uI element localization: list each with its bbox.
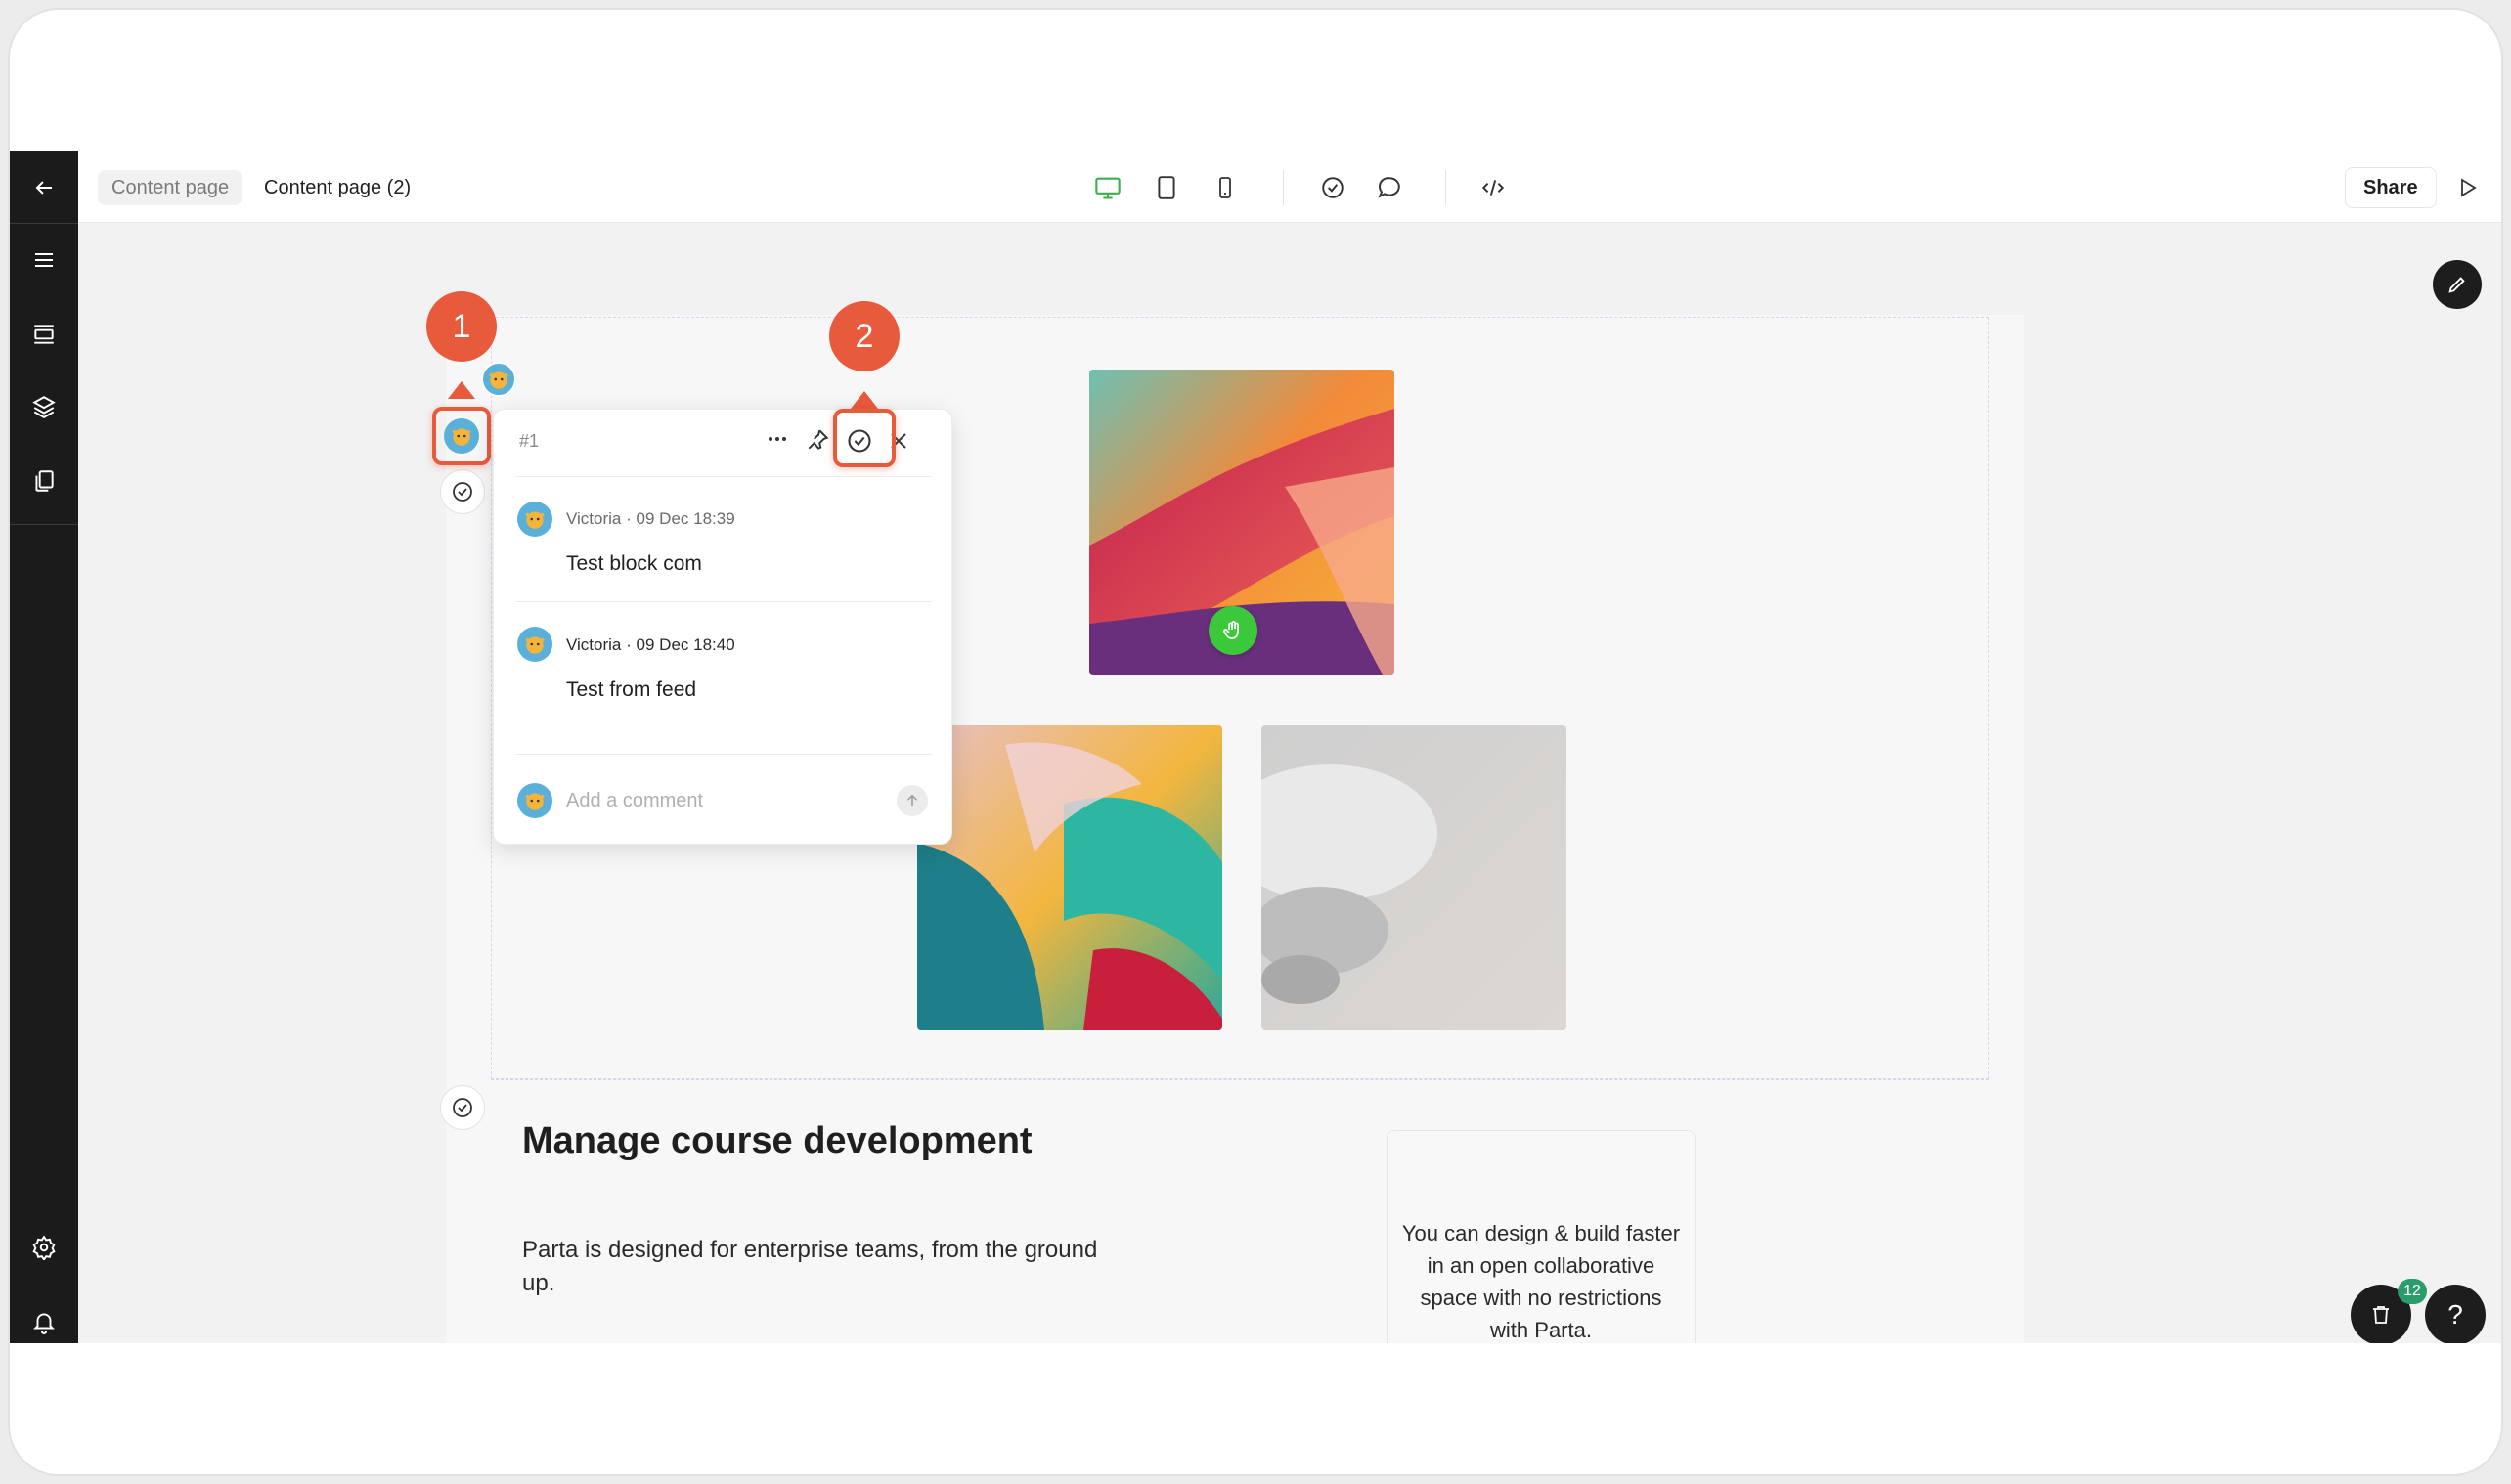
comments-button[interactable] [1371, 169, 1408, 206]
popover-divider [515, 601, 932, 602]
more-button[interactable] [764, 427, 791, 456]
sections-button[interactable] [10, 305, 78, 364]
comment-meta: Victoria · 09 Dec 18:40 [566, 635, 735, 655]
check-circle-icon [1322, 177, 1344, 198]
thread-id: #1 [519, 431, 540, 451]
menu-icon [35, 253, 53, 267]
share-button[interactable]: Share [2345, 167, 2437, 208]
bell-icon [32, 1313, 56, 1334]
resolve-thread-button[interactable] [440, 469, 485, 514]
edit-button[interactable] [2433, 260, 2482, 309]
device-frame: Content page Content page (2) Share 1 2 … [8, 8, 2503, 1476]
gallery-image-2[interactable] [917, 725, 1222, 1030]
settings-button[interactable] [10, 1218, 78, 1277]
avatar [517, 627, 552, 662]
callout-2: 2 [829, 301, 900, 371]
info-card[interactable]: You can design & build faster in an open… [1387, 1130, 1696, 1343]
avatar-face-icon [489, 371, 508, 389]
rail-divider [10, 223, 78, 224]
back-arrow-icon [35, 181, 52, 195]
comment-input[interactable]: Add a comment [566, 790, 703, 812]
canvas-scrollbar[interactable] [2501, 356, 2503, 583]
comment-popover: #1 Victoria · 09 Dec 18:39 Test block co… [493, 409, 952, 845]
comment-text: Test from feed [566, 678, 697, 701]
callout-1: 1 [426, 291, 497, 362]
top-bar: Content page Content page (2) Share [78, 151, 2501, 223]
gallery-image-3[interactable] [1261, 725, 1566, 1030]
callout-1-pointer [448, 381, 475, 399]
check-circle-icon [453, 482, 472, 502]
settings-icon [32, 1235, 56, 1260]
avatar[interactable] [481, 362, 516, 397]
avatar-face-icon [525, 793, 545, 810]
notifications-button[interactable] [10, 1292, 78, 1343]
callout-2-highlight [833, 409, 896, 467]
code-button[interactable] [1475, 169, 1512, 206]
tablet-icon [1158, 176, 1175, 199]
drag-icon [1223, 621, 1239, 639]
code-icon [1481, 180, 1505, 196]
popover-divider [515, 754, 932, 755]
help-button[interactable]: ? [2425, 1285, 2486, 1343]
toolbar-divider [1445, 170, 1446, 205]
avatar [517, 502, 552, 537]
sections-icon [34, 325, 54, 344]
comment-author: Victoria [566, 509, 622, 528]
pages-icon [35, 470, 54, 492]
comment-text: Test block com [566, 552, 702, 575]
left-rail [10, 151, 78, 1343]
desktop-view-button[interactable] [1089, 169, 1126, 206]
section-paragraph[interactable]: Parta is designed for enterprise teams, … [522, 1234, 1128, 1300]
editor-app: Content page Content page (2) Share 1 2 … [10, 151, 2503, 1343]
trash-icon [2373, 1306, 2389, 1324]
comment-time: 09 Dec 18:40 [636, 635, 735, 654]
layers-button[interactable] [10, 377, 78, 436]
more-icon [769, 437, 786, 441]
menu-button[interactable] [10, 231, 78, 289]
rail-divider [10, 524, 78, 525]
text-section[interactable] [491, 1079, 1989, 1343]
card-text: You can design & build faster in an open… [1401, 1221, 1681, 1342]
meta-separator: · [626, 509, 632, 528]
callout-1-highlight [432, 407, 491, 465]
resolve-mode-button[interactable] [1314, 169, 1351, 206]
avatar [517, 783, 552, 818]
resolve-thread-button[interactable] [440, 1085, 485, 1130]
preview-button[interactable] [2448, 169, 2486, 206]
comment-meta: Victoria · 09 Dec 18:39 [566, 509, 735, 529]
meta-separator: · [626, 635, 632, 654]
help-label: ? [2447, 1299, 2463, 1330]
comment-icon [1378, 177, 1400, 198]
comment-time: 09 Dec 18:39 [636, 509, 735, 528]
mobile-icon [1219, 177, 1231, 198]
notification-count-badge: 12 [2398, 1279, 2427, 1304]
layers-icon [32, 396, 56, 418]
callout-2-pointer [851, 391, 878, 409]
pin-button[interactable] [805, 427, 830, 458]
avatar-face-icon [525, 636, 545, 654]
drag-handle[interactable] [1209, 606, 1257, 655]
check-circle-icon [453, 1098, 472, 1117]
send-icon [906, 794, 918, 807]
pencil-icon [2448, 277, 2465, 293]
breadcrumb-parent[interactable]: Content page [98, 170, 243, 205]
section-heading[interactable]: Manage course development [522, 1120, 1033, 1162]
send-button[interactable] [897, 785, 928, 816]
comment-author: Victoria [566, 635, 622, 654]
toolbar-divider [1283, 170, 1284, 205]
back-button[interactable] [10, 158, 78, 217]
popover-divider [515, 476, 932, 477]
tablet-view-button[interactable] [1148, 169, 1185, 206]
mobile-view-button[interactable] [1207, 169, 1244, 206]
desktop-icon [1095, 177, 1121, 199]
pin-icon [808, 429, 829, 450]
play-icon [2461, 178, 2477, 197]
breadcrumb-current[interactable]: Content page (2) [264, 170, 411, 205]
pages-button[interactable] [10, 452, 78, 510]
avatar-face-icon [525, 511, 545, 529]
